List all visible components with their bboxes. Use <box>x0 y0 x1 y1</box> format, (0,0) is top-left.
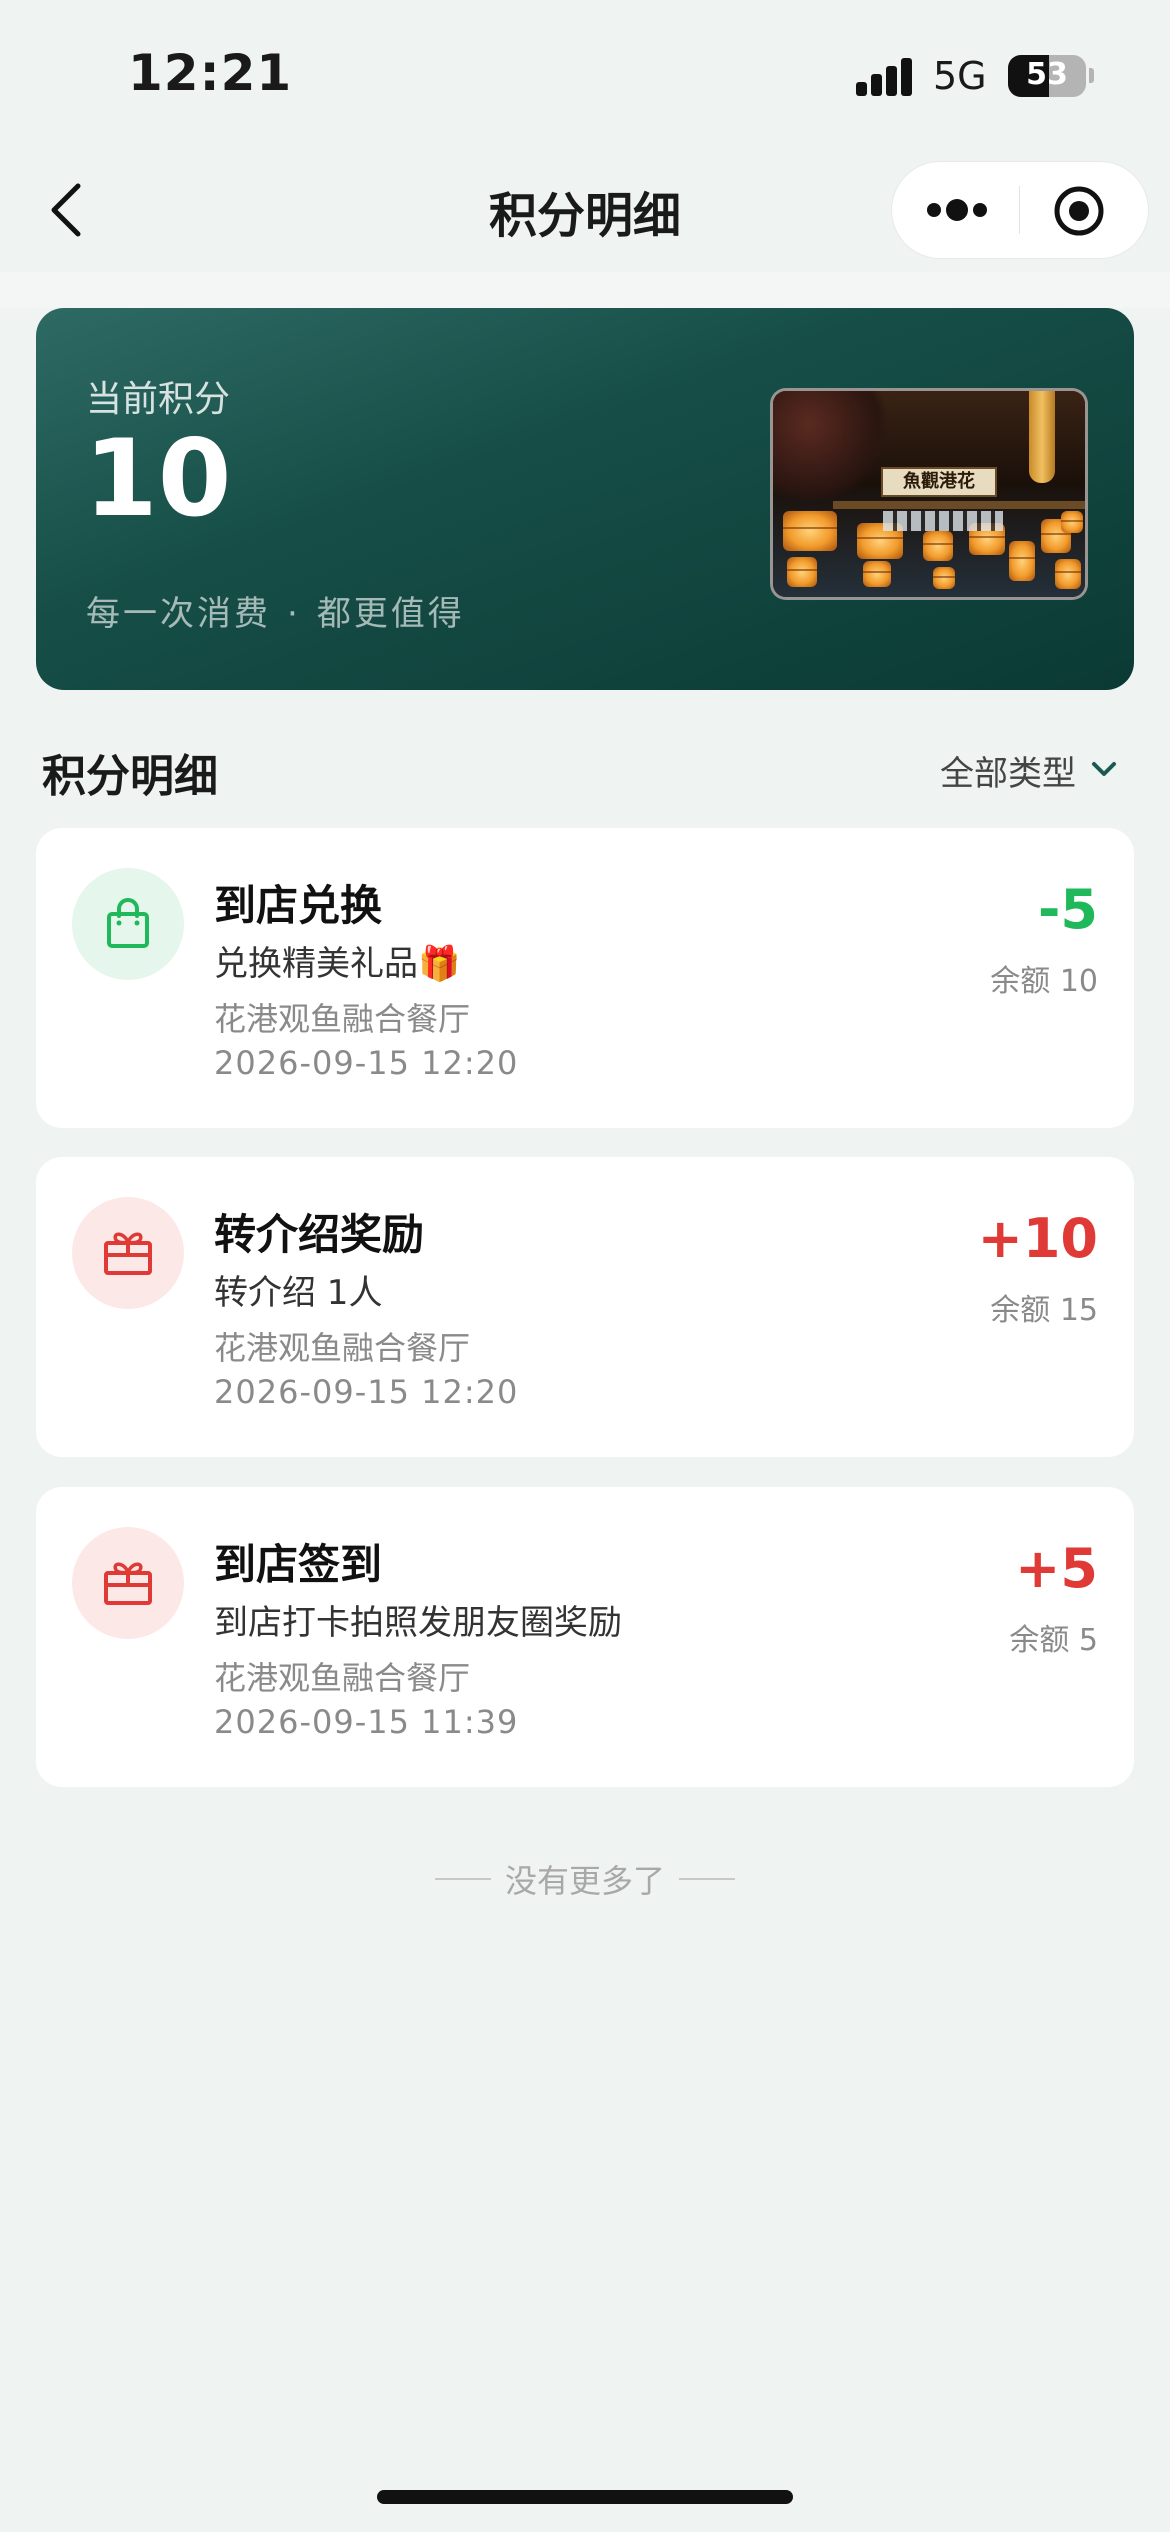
mini-program-capsule <box>892 162 1148 258</box>
record-time: 2026-09-15 12:20 <box>214 1044 519 1082</box>
points-slogan: 每一次消费 · 都更值得 <box>86 586 465 635</box>
more-button[interactable] <box>924 184 990 236</box>
signal-icon <box>856 58 914 96</box>
chevron-down-icon <box>1092 762 1116 776</box>
restaurant-photo: 魚觀港花 <box>770 388 1088 600</box>
target-circle-icon <box>1054 186 1104 236</box>
record-time: 2026-09-15 11:39 <box>214 1703 519 1741</box>
record-title: 到店兑换 <box>214 881 383 930</box>
record-title: 转介绍奖励 <box>214 1210 425 1259</box>
close-miniprogram-button[interactable] <box>1052 184 1106 238</box>
slogan-left: 每一次消费 <box>86 594 271 634</box>
end-of-list: 没有更多了 <box>0 1856 1170 1902</box>
record-desc: 转介绍 1人 <box>214 1273 383 1313</box>
section-title: 积分明细 <box>42 751 218 802</box>
slogan-right: 都更值得 <box>316 594 465 634</box>
record-balance: 余额 10 <box>990 964 1098 999</box>
slogan-dot: · <box>287 594 301 634</box>
shopping-bag-icon <box>107 898 149 948</box>
battery-tip <box>1089 68 1094 83</box>
record-icon-badge <box>72 1527 184 1639</box>
record-icon-badge <box>72 868 184 980</box>
status-time: 12:21 <box>128 44 293 102</box>
record-title: 到店签到 <box>214 1540 383 1589</box>
gift-box-icon <box>104 1232 152 1275</box>
filter-label: 全部类型 <box>940 753 1076 794</box>
battery-icon: 53 <box>1008 55 1086 97</box>
more-dots-icon <box>927 199 987 221</box>
record-balance: 余额 5 <box>1009 1623 1098 1658</box>
record-icon-badge <box>72 1197 184 1309</box>
record-amount: +5 <box>1015 1537 1098 1600</box>
status-bar: 12:21 5G 53 <box>0 0 1170 150</box>
capsule-divider <box>1019 186 1020 234</box>
points-label: 当前积分 <box>86 379 231 420</box>
battery-level: 53 <box>1026 57 1068 92</box>
record-amount: -5 <box>1038 878 1098 941</box>
end-line-left <box>434 1878 491 1880</box>
points-card: 当前积分 10 每一次消费 · 都更值得 魚觀港花 <box>36 308 1134 690</box>
gift-box-icon <box>104 1562 152 1605</box>
record-balance: 余额 15 <box>990 1293 1098 1328</box>
record-store: 花港观鱼融合餐厅 <box>214 1000 471 1038</box>
end-line-right <box>679 1878 735 1880</box>
end-text: 没有更多了 <box>504 1862 665 1900</box>
record-desc: 兑换精美礼品🎁 <box>214 944 461 984</box>
record-store: 花港观鱼融合餐厅 <box>214 1329 471 1367</box>
record-desc: 到店打卡拍照发朋友圈奖励 <box>214 1603 622 1643</box>
record-store: 花港观鱼融合餐厅 <box>214 1659 471 1697</box>
nav-separator <box>0 272 1170 308</box>
record-amount: +10 <box>977 1207 1098 1270</box>
points-record[interactable]: 转介绍奖励 转介绍 1人 花港观鱼融合餐厅 2026-09-15 12:20 +… <box>36 1157 1134 1457</box>
points-record[interactable]: 到店兑换 兑换精美礼品🎁 花港观鱼融合餐厅 2026-09-15 12:20 -… <box>36 828 1134 1128</box>
network-label: 5G <box>933 54 987 98</box>
restaurant-sign: 魚觀港花 <box>881 467 997 497</box>
nav-bar: 积分明细 <box>0 150 1170 270</box>
record-time: 2026-09-15 12:20 <box>214 1373 519 1411</box>
points-record[interactable]: 到店签到 到店打卡拍照发朋友圈奖励 花港观鱼融合餐厅 2026-09-15 11… <box>36 1487 1134 1787</box>
points-value: 10 <box>84 417 232 540</box>
home-indicator[interactable] <box>377 2490 793 2504</box>
type-filter-dropdown[interactable]: 全部类型 <box>940 748 1118 794</box>
